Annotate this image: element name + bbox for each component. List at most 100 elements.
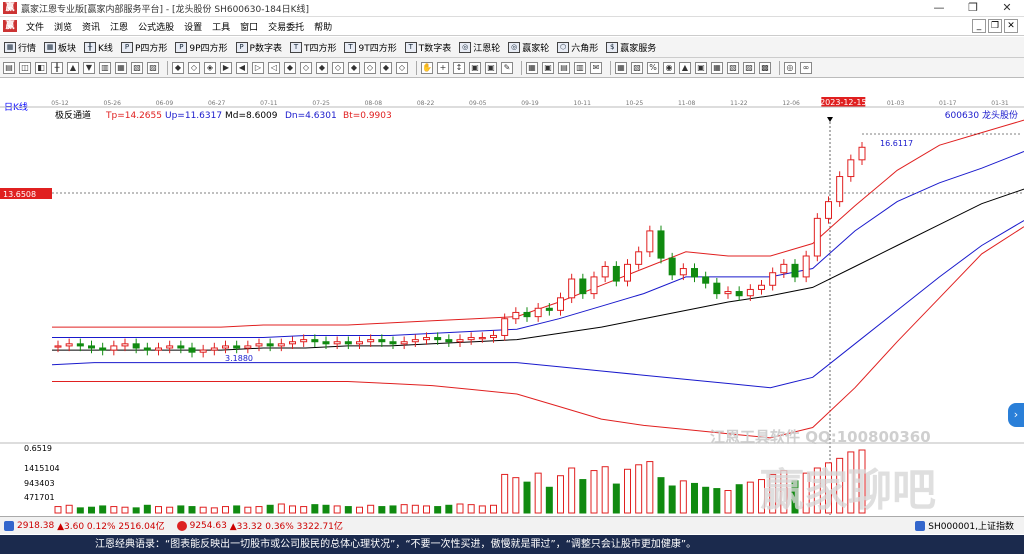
volume-bar <box>691 482 698 514</box>
crosshair-marker-icon <box>827 117 833 122</box>
candle-body <box>545 307 553 311</box>
candle-body <box>88 345 95 349</box>
volume-bar <box>724 490 732 514</box>
volume-bar <box>199 506 207 514</box>
index-selector[interactable]: SH000001,上证指数 <box>911 519 1014 532</box>
volume-bar <box>512 477 520 514</box>
volume-bar <box>65 504 73 514</box>
sh-index[interactable]: 2918.38 ▲3.60 0.12% 2516.04亿 <box>0 519 165 532</box>
volume-bar <box>311 504 319 514</box>
volume-axis-label: 471701 <box>24 493 55 502</box>
candle-body <box>601 265 609 278</box>
volume-bar <box>177 505 185 514</box>
candle-body <box>434 337 442 341</box>
candle-body <box>143 347 151 351</box>
candle-body <box>76 343 84 347</box>
candle-body <box>177 345 185 349</box>
volume-bar <box>166 506 174 514</box>
volume-bar <box>121 506 129 514</box>
candle-body <box>389 341 397 345</box>
candle-body <box>568 278 576 299</box>
date-tick-label: 05-12 <box>51 100 69 107</box>
candle-body <box>713 282 721 295</box>
up-value: Up=11.6317 <box>165 111 222 121</box>
volume-bar <box>478 505 486 514</box>
volume-bar <box>735 484 743 514</box>
candle-body <box>155 347 162 351</box>
kline-chart[interactable]: 日K线 极反通道 Tp=14.2655 Up=11.6317 Md=8.6009… <box>0 0 1024 554</box>
dn-value: Dn=4.6301 <box>285 111 337 121</box>
volume-bar <box>300 506 308 514</box>
candle-body <box>132 343 140 349</box>
volume-bar <box>411 504 419 514</box>
candle-body <box>222 345 229 349</box>
candle-body <box>233 345 241 349</box>
candle-body <box>490 334 497 339</box>
volume-bar <box>612 483 620 514</box>
candle-body <box>199 349 207 353</box>
candle-body <box>512 311 520 320</box>
candle-body <box>255 343 263 347</box>
date-tick-label: 01-31 <box>991 100 1009 107</box>
volume-bar <box>713 488 721 514</box>
candle-body <box>646 230 654 253</box>
date-tick-label: 10-11 <box>574 100 592 107</box>
volume-bar <box>635 464 643 514</box>
date-tick-label: 05-26 <box>104 100 122 107</box>
candle-body <box>188 347 196 353</box>
watermark-logo-text: 赢家聊吧 <box>760 465 936 516</box>
candle-body <box>836 176 844 203</box>
volume-bar <box>155 506 162 514</box>
date-tick-label: 08-08 <box>365 100 383 107</box>
tp-value: Tp=14.2655 <box>105 111 162 121</box>
candle-body <box>289 341 296 345</box>
volume-bar <box>188 506 196 514</box>
volume-bar <box>333 505 341 514</box>
candle-body <box>825 201 832 219</box>
sz-index[interactable]: 9254.63 ▲33.32 0.36% 3322.71亿 <box>173 519 343 532</box>
date-tick-label: 09-19 <box>521 100 539 107</box>
scroll-right-button[interactable]: › <box>1008 403 1024 427</box>
md-value: Md=8.6009 <box>225 111 278 121</box>
date-tick-label: 11-22 <box>730 100 748 107</box>
candle-body <box>367 339 375 343</box>
volume-bar <box>523 481 531 514</box>
volume-bar <box>590 470 598 514</box>
candle-body <box>735 291 743 297</box>
volume-bar <box>233 505 241 514</box>
volume-bar <box>467 504 475 514</box>
volume-bar <box>367 504 375 514</box>
volume-bar <box>657 477 665 514</box>
volume-axis-label: 1415104 <box>24 464 60 473</box>
candle-body <box>780 263 788 274</box>
volume-bar <box>534 472 542 514</box>
candle-body <box>467 337 475 341</box>
candle-body <box>411 339 419 343</box>
current-price-label: 13.6508 <box>3 190 36 199</box>
candle-body <box>758 284 765 290</box>
candle-body <box>54 345 62 348</box>
candle-body <box>523 311 531 318</box>
candle-body <box>166 345 174 349</box>
volume-bar <box>344 506 352 514</box>
candle-body <box>400 341 408 345</box>
volume-bar <box>277 503 285 514</box>
volume-bar <box>545 486 553 514</box>
volume-bar <box>624 468 631 514</box>
volume-bar <box>423 505 430 514</box>
volume-bar <box>88 506 95 514</box>
volume-bar <box>746 481 754 514</box>
candle-body <box>300 339 308 343</box>
volume-bar <box>266 504 274 514</box>
date-tick-label: 06-09 <box>156 100 174 107</box>
market-grid-icon <box>4 520 14 531</box>
volume-bar <box>445 504 453 514</box>
volume-bar <box>579 479 587 514</box>
volume-bar <box>646 461 654 514</box>
candle-body <box>110 345 118 351</box>
candle-body <box>333 341 341 345</box>
low-price-annotation: 3.1880 <box>225 354 253 363</box>
candle-body <box>277 343 285 347</box>
candle-body <box>478 337 486 340</box>
volume-axis-label: 943403 <box>24 479 55 488</box>
